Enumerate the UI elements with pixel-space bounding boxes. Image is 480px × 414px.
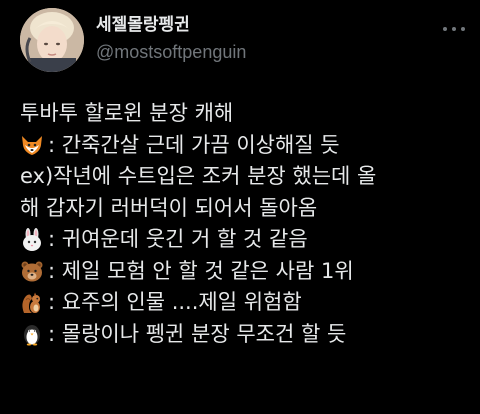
avatar[interactable]	[20, 8, 84, 72]
tweet-line: 투바투 할로윈 분장 캐해	[20, 98, 472, 130]
more-dot-icon	[461, 27, 465, 31]
tweet: 세젤몰랑펭귄 @mostsoftpenguin 투바투 할로윈 분장 캐해 : …	[0, 0, 480, 414]
penguin-icon	[20, 322, 44, 346]
tweet-line-text: ex)작년에 수트입은 조커 분장 했는데 올	[20, 164, 377, 188]
tweet-line-text: : 몰랑이나 펭귄 분장 무조건 할 듯	[48, 321, 347, 346]
tweet-line-text: : 제일 모험 안 할 것 같은 사람 1위	[48, 258, 354, 283]
tweet-line: : 귀여운데 웃긴 거 할 것 같음	[20, 224, 472, 256]
tweet-line-text: 해 갑자기 러버덕이 되어서 돌아옴	[20, 195, 318, 220]
more-dot-icon	[452, 27, 456, 31]
tweet-line-text: : 귀여운데 웃긴 거 할 것 같음	[48, 227, 308, 251]
user-info: 세젤몰랑펭귄 @mostsoftpenguin	[96, 14, 246, 64]
tweet-line: ex)작년에 수트입은 조커 분장 했는데 올	[20, 161, 472, 193]
rabbit-icon	[20, 227, 44, 252]
tweet-line: : 요주의 인물 ....제일 위험함	[20, 287, 472, 319]
fox-icon	[20, 133, 44, 157]
tweet-line-text: : 간죽간살 근데 가끔 이상해질 듯	[48, 132, 340, 157]
squirrel-icon	[20, 291, 44, 315]
tweet-line: 해 갑자기 러버덕이 되어서 돌아옴	[20, 193, 472, 225]
tweet-line: : 몰랑이나 펭귄 분장 무조건 할 듯	[20, 319, 472, 351]
tweet-text: 투바투 할로윈 분장 캐해 : 간죽간살 근데 가끔 이상해질 듯 ex)작년에…	[20, 98, 472, 350]
display-name[interactable]: 세젤몰랑펭귄	[96, 14, 246, 36]
bear-icon	[20, 259, 44, 283]
more-options-button[interactable]	[442, 24, 466, 34]
tweet-line: : 제일 모험 안 할 것 같은 사람 1위	[20, 256, 472, 288]
user-handle[interactable]: @mostsoftpenguin	[96, 40, 246, 64]
tweet-line-text: : 요주의 인물 ....제일 위험함	[48, 290, 302, 314]
more-dot-icon	[443, 27, 447, 31]
tweet-line: : 간죽간살 근데 가끔 이상해질 듯	[20, 130, 472, 162]
tweet-line-text: 투바투 할로윈 분장 캐해	[20, 101, 234, 125]
